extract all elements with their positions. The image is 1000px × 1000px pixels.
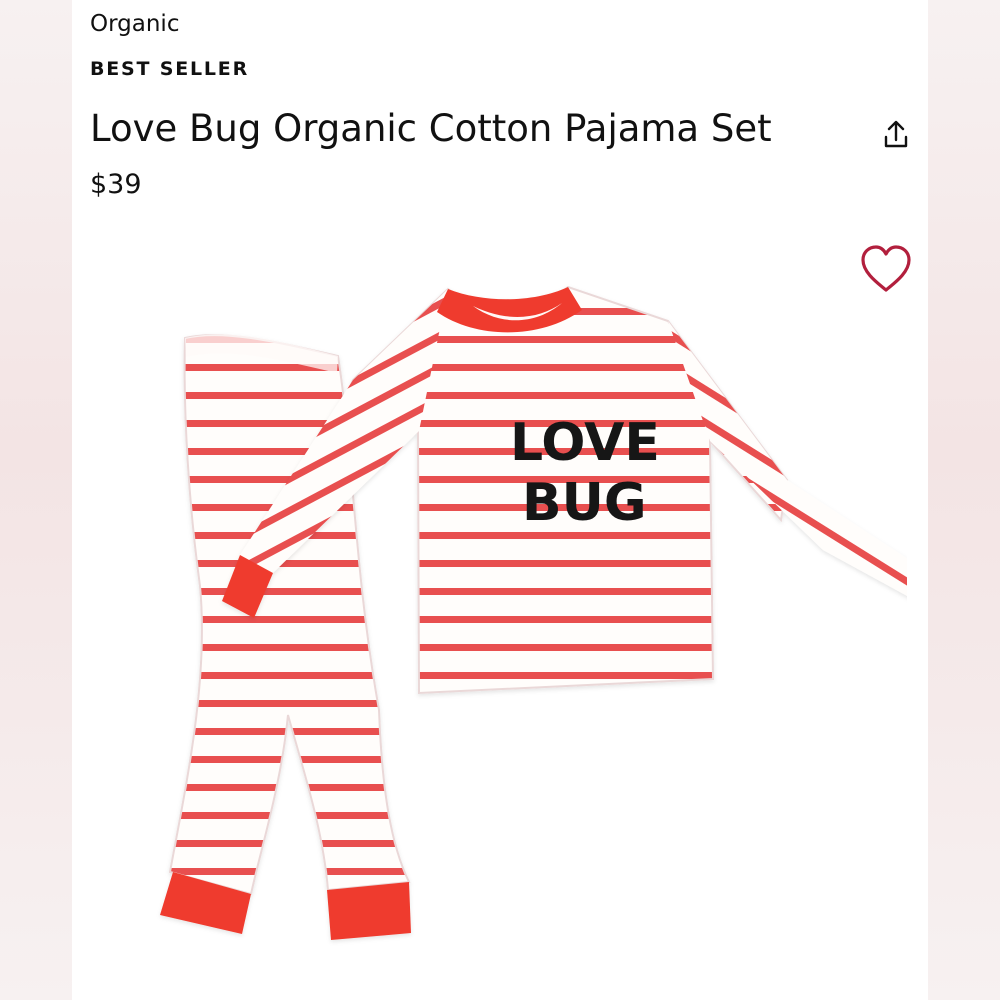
product-image: LOVE BUG — [160, 285, 907, 940]
product-category: Organic — [90, 11, 180, 37]
right-background-blur — [928, 0, 1000, 1000]
product-detail-card: Organic BEST SELLER Love Bug Organic Cot… — [72, 0, 928, 1000]
share-icon — [884, 120, 908, 148]
shirt-print-love: LOVE — [510, 413, 660, 473]
shirt-print-bug: BUG — [522, 473, 647, 533]
product-title: Love Bug Organic Cotton Pajama Set — [90, 107, 772, 150]
left-background-blur — [0, 0, 75, 1000]
best-seller-badge: BEST SELLER — [90, 58, 250, 80]
share-button[interactable] — [876, 114, 916, 154]
product-price: $39 — [90, 169, 142, 200]
